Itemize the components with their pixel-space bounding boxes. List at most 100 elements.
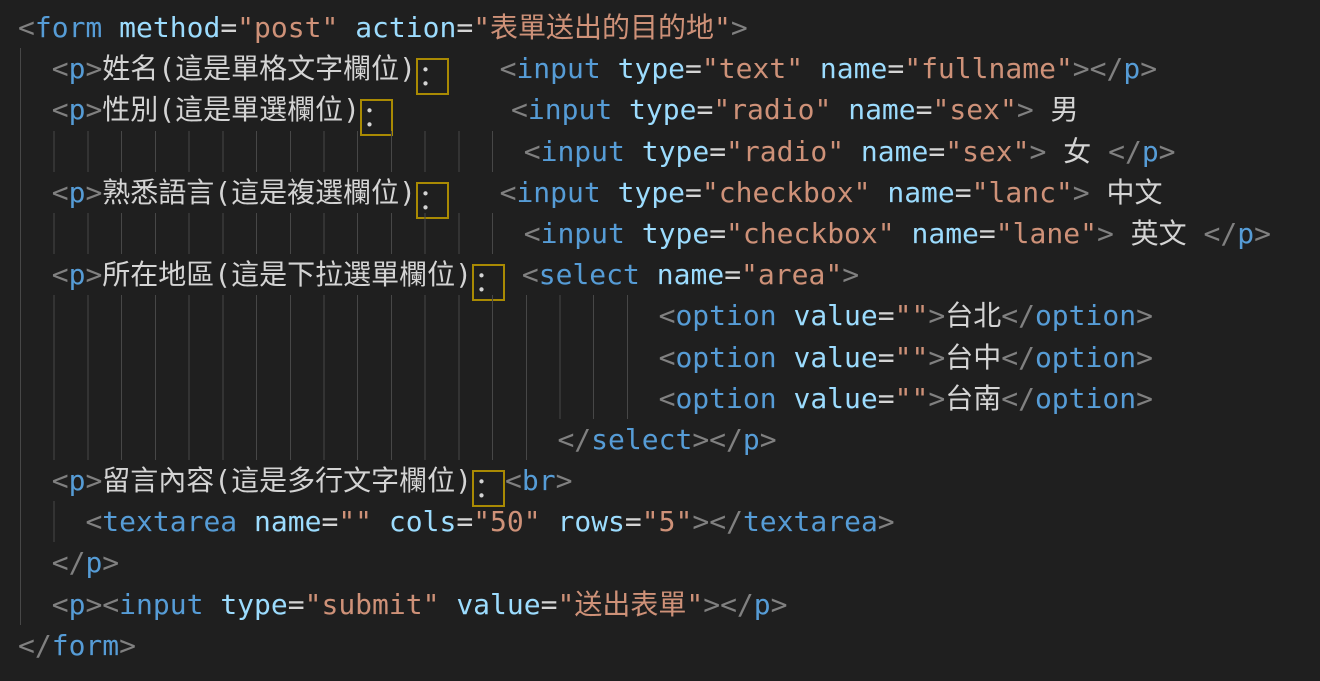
code-line: <p>留言內容(這是多行文字欄位)：<br>	[18, 460, 1320, 501]
attribute-name: action	[355, 11, 456, 44]
tag-name: p	[69, 588, 86, 621]
code-line-content: <textarea name="" cols="50" rows="5"></t…	[18, 505, 895, 538]
text-content	[237, 505, 254, 538]
tag-name: p	[85, 546, 102, 579]
code-line: <input type="radio" name="sex"> 女 </p>	[18, 131, 1320, 172]
tag-name: input	[516, 176, 600, 209]
tag-name: p	[69, 52, 86, 85]
tag-punctuation: >	[1136, 299, 1153, 332]
attribute-name: type	[629, 93, 696, 126]
tag-punctuation: </	[709, 505, 743, 538]
tag-punctuation: </	[1204, 217, 1238, 250]
equals-sign: =	[456, 505, 473, 538]
equals-sign: =	[625, 505, 642, 538]
tag-punctuation: >	[85, 176, 102, 209]
code-line: </p>	[18, 542, 1320, 583]
tag-name: select	[591, 423, 692, 456]
attribute-name: value	[793, 299, 877, 332]
code-editor[interactable]: <form method="post" action="表單送出的目的地"> <…	[0, 0, 1320, 681]
string-value: "表單送出的目的地"	[473, 11, 731, 44]
attribute-name: value	[793, 382, 877, 415]
text-content	[18, 505, 85, 538]
attribute-name: value	[793, 341, 877, 374]
tag-punctuation: >	[928, 299, 945, 332]
attribute-name: name	[820, 52, 887, 85]
equals-sign: =	[878, 341, 895, 374]
equals-sign: =	[709, 135, 726, 168]
tag-punctuation: <	[511, 93, 528, 126]
tag-punctuation: >	[119, 629, 136, 662]
tag-punctuation: >	[1140, 52, 1157, 85]
tag-punctuation: <	[52, 588, 69, 621]
text-content	[18, 258, 52, 291]
code-line-content: </p>	[18, 546, 119, 579]
tag-punctuation: >	[85, 464, 102, 497]
attribute-name: cols	[389, 505, 456, 538]
code-line: <option value="">台中</option>	[18, 337, 1320, 378]
string-value: ""	[895, 299, 929, 332]
attribute-name: type	[618, 52, 685, 85]
code-line: <option value="">台南</option>	[18, 378, 1320, 419]
equals-sign: =	[456, 11, 473, 44]
string-value: "checkbox"	[726, 217, 895, 250]
string-value: ""	[895, 382, 929, 415]
tag-punctuation: </	[709, 423, 743, 456]
string-value: "lanc"	[972, 176, 1073, 209]
string-value: "fullname"	[904, 52, 1073, 85]
code-line: <p><input type="submit" value="送出表單"></p…	[18, 584, 1320, 625]
tag-name: input	[119, 588, 203, 621]
text-content	[203, 588, 220, 621]
string-value: "submit"	[305, 588, 440, 621]
attribute-name: name	[657, 258, 724, 291]
string-value: "post"	[237, 11, 338, 44]
string-value: "radio"	[726, 135, 844, 168]
string-value: "checkbox"	[702, 176, 871, 209]
code-line-content: <option value="">台北</option>	[18, 299, 1153, 332]
code-line-content: <input type="checkbox" name="lane"> 英文 <…	[18, 217, 1271, 250]
tag-punctuation: >	[731, 11, 748, 44]
tag-punctuation: >	[771, 588, 788, 621]
equals-sign: =	[288, 588, 305, 621]
tag-punctuation: >	[102, 546, 119, 579]
tag-name: p	[1123, 52, 1140, 85]
tag-punctuation: >	[928, 341, 945, 374]
tag-punctuation: <	[524, 217, 541, 250]
attribute-name: name	[861, 135, 928, 168]
string-value: ""	[338, 505, 372, 538]
text-content: 留言內容(這是多行文字欄位)	[102, 464, 472, 497]
tag-punctuation: <	[52, 258, 69, 291]
tag-name: option	[1035, 299, 1136, 332]
code-line: </select></p>	[18, 419, 1320, 460]
text-content	[18, 341, 659, 374]
attribute-name: type	[220, 588, 287, 621]
text-content	[844, 135, 861, 168]
tag-name: p	[1237, 217, 1254, 250]
string-value: "text"	[702, 52, 803, 85]
equals-sign: =	[724, 258, 741, 291]
text-content: 中文	[1090, 176, 1163, 209]
tag-name: form	[52, 629, 119, 662]
text-content	[505, 258, 522, 291]
tag-name: input	[516, 52, 600, 85]
text-content	[803, 52, 820, 85]
equals-sign: =	[878, 382, 895, 415]
equals-sign: =	[685, 52, 702, 85]
equals-sign: =	[696, 93, 713, 126]
tag-name: input	[541, 135, 625, 168]
attribute-name: value	[456, 588, 540, 621]
text-content	[338, 11, 355, 44]
attribute-name: rows	[557, 505, 624, 538]
equals-sign: =	[709, 217, 726, 250]
tag-punctuation: >	[692, 423, 709, 456]
tag-punctuation: </	[1001, 299, 1035, 332]
equals-sign: =	[220, 11, 237, 44]
tag-name: textarea	[102, 505, 237, 538]
tag-punctuation: >	[878, 505, 895, 538]
text-content	[625, 217, 642, 250]
tag-punctuation: <	[524, 135, 541, 168]
tag-punctuation: >	[1136, 341, 1153, 374]
tag-punctuation: >	[1097, 217, 1114, 250]
text-content	[18, 588, 52, 621]
text-content	[18, 546, 52, 579]
tag-punctuation: >	[760, 423, 777, 456]
